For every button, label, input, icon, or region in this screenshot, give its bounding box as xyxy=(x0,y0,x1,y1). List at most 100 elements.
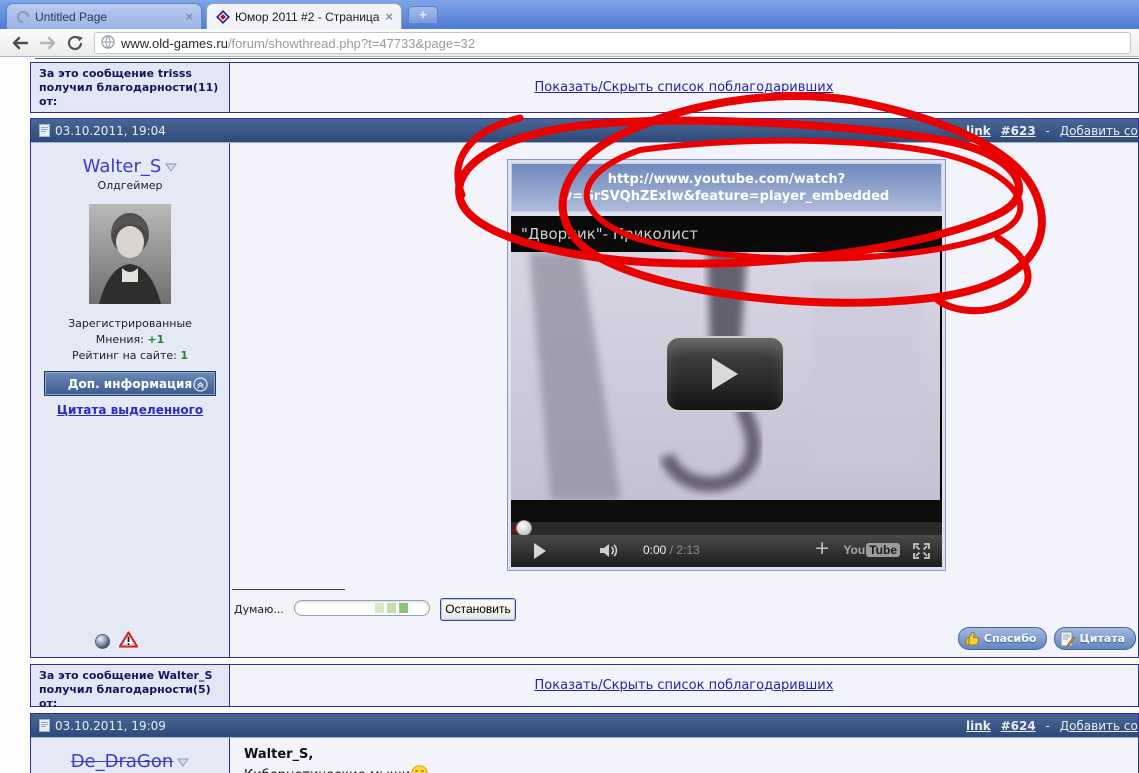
time-display: 0:00 / 2:13 xyxy=(643,543,700,557)
progress-block xyxy=(399,603,408,613)
post-date: 03.10.2011, 19:04 xyxy=(55,124,166,138)
signature-divider xyxy=(232,589,345,590)
browser-window: Untitled Page × Юмор 2011 #2 - Страница … xyxy=(0,0,1139,773)
logo-tube: Tube xyxy=(866,543,900,557)
close-tab-icon[interactable]: × xyxy=(385,9,393,24)
user-rank: Олдгеймер xyxy=(97,179,163,192)
post-header-links: link #624 - Добавить сообщение xyxy=(966,719,1138,733)
plus-icon: + xyxy=(419,7,427,22)
username-link[interactable]: Walter_S xyxy=(83,156,162,177)
user-dropdown-icon[interactable] xyxy=(165,157,178,176)
time-current: 0:00 xyxy=(643,543,670,557)
thanks-button[interactable]: Спасибо xyxy=(957,627,1048,650)
play-button[interactable] xyxy=(533,543,547,563)
post-number-link[interactable]: #624 xyxy=(1001,719,1036,733)
logo-you: You xyxy=(843,543,866,557)
thanks-label: За это сообщение Walter_S получил благод… xyxy=(31,665,230,710)
collapse-circle-icon xyxy=(193,377,208,392)
seek-handle[interactable] xyxy=(516,520,532,536)
user-group: Зарегистрированные xyxy=(68,317,192,330)
seek-bar[interactable] xyxy=(511,520,942,536)
opinions-value: +1 xyxy=(147,333,165,346)
thumbs-up-icon xyxy=(965,631,980,646)
quote-label: Цитата xyxy=(1079,632,1125,645)
forward-button[interactable] xyxy=(36,31,60,55)
old-games-favicon xyxy=(215,9,231,25)
youtube-url-link[interactable]: http://www.youtube.com/watch? v=GrSVQhZE… xyxy=(511,163,942,212)
tab-untitled-page[interactable]: Untitled Page × xyxy=(6,3,202,29)
user-dropdown-icon[interactable] xyxy=(177,752,190,771)
username-link[interactable]: De_DraGon xyxy=(71,751,174,772)
more-info-label: Доп. информация xyxy=(67,376,193,391)
avatar[interactable] xyxy=(31,204,229,308)
thinking-label: Думаю... xyxy=(234,603,284,616)
youtube-url-line1: http://www.youtube.com/watch? xyxy=(607,172,846,187)
post-icon xyxy=(39,124,50,140)
loading-spinner-icon xyxy=(15,9,31,25)
post-link[interactable]: link xyxy=(966,719,991,733)
url-host: www.old-games.ru xyxy=(121,35,228,51)
letterbox-bar xyxy=(511,500,942,522)
volume-button[interactable] xyxy=(599,542,621,563)
youtube-url-line2: v=GrSVQhZExIw&feature=player_embedded xyxy=(563,189,890,204)
more-info-button[interactable]: Доп. информация xyxy=(44,371,216,396)
toggle-thanks-list-link[interactable]: Показать/Скрыть список поблагодаривших xyxy=(535,80,834,95)
globe-icon xyxy=(101,34,115,52)
video-frame[interactable] xyxy=(511,252,942,500)
progress-block xyxy=(375,603,384,613)
add-message-link[interactable]: Добавить сообщение xyxy=(1060,124,1138,138)
post-message-area: http://www.youtube.com/watch? v=GrSVQhZE… xyxy=(230,143,1138,657)
tab-forum-thread[interactable]: Юмор 2011 #2 - Страница 32 × xyxy=(206,3,402,29)
online-status-icon xyxy=(95,634,110,649)
post-624: 03.10.2011, 19:09 link #624 - Добавить с… xyxy=(30,713,1139,773)
add-message-link[interactable]: Добавить сообщение xyxy=(1060,719,1138,733)
post-header: 03.10.2011, 19:09 link #624 - Добавить с… xyxy=(31,714,1138,738)
rating-value: 1 xyxy=(180,349,188,362)
youtube-embed: http://www.youtube.com/watch? v=GrSVQhZE… xyxy=(507,159,946,571)
message-line-text: Кибернетические мыши xyxy=(244,768,410,773)
tab-title: Untitled Page xyxy=(35,9,108,24)
post-date: 03.10.2011, 19:09 xyxy=(55,719,166,733)
quote-button[interactable]: Цитата xyxy=(1054,627,1136,650)
address-bar[interactable]: www.old-games.ru /forum/showthread.php?t… xyxy=(94,32,1131,54)
add-to-playlist-button[interactable]: + xyxy=(814,537,830,559)
fullscreen-button[interactable] xyxy=(913,543,930,563)
browser-toolbar: www.old-games.ru /forum/showthread.php?t… xyxy=(0,29,1139,57)
post-icon xyxy=(39,719,50,735)
thanks-label: За это сообщение trisss получил благодар… xyxy=(31,63,230,112)
play-overlay-button[interactable] xyxy=(665,336,785,412)
toggle-thanks-list-link[interactable]: Показать/Скрыть список поблагодаривших xyxy=(535,678,834,693)
opinions-label: Мнения: xyxy=(95,333,144,346)
separator: - xyxy=(1045,719,1050,733)
report-post-icon[interactable] xyxy=(118,631,139,652)
close-tab-icon[interactable]: × xyxy=(185,9,193,24)
progress-block xyxy=(387,603,396,613)
tab-strip: Untitled Page × Юмор 2011 #2 - Страница … xyxy=(0,0,1139,29)
post-link[interactable]: link xyxy=(966,124,991,138)
player-controls: 0:00 / 2:13 + You Tube xyxy=(511,535,942,567)
message-text: Walter_S, Кибернетические мыши xyxy=(230,738,1138,773)
forum-page: За это сообщение trisss получил благодар… xyxy=(0,57,1139,773)
post-header-links: link #623 - Добавить сообщение xyxy=(966,124,1138,138)
post-number-link[interactable]: #623 xyxy=(1001,124,1036,138)
quote-selected-link[interactable]: Цитата выделенного xyxy=(57,403,203,417)
rating-label: Рейтинг на сайте: xyxy=(72,349,177,362)
video-title: "Дворник"- Приколист xyxy=(511,216,942,252)
post-623: 03.10.2011, 19:04 link #623 - Добавить с… xyxy=(30,118,1139,658)
reload-button[interactable] xyxy=(64,31,88,55)
message-line: Walter_S, xyxy=(244,747,314,762)
stop-button[interactable]: Остановить xyxy=(440,598,516,621)
thanks-strip-walter: За это сообщение Walter_S получил благод… xyxy=(30,664,1139,710)
quote-page-icon xyxy=(1060,631,1076,647)
progress-bar xyxy=(294,600,430,616)
new-tab-button[interactable]: + xyxy=(408,6,438,24)
back-button[interactable] xyxy=(8,31,32,55)
post-header: 03.10.2011, 19:04 link #623 - Добавить с… xyxy=(31,119,1138,143)
previous-post-border xyxy=(35,58,1139,59)
separator: - xyxy=(1045,124,1050,138)
youtube-logo[interactable]: You Tube xyxy=(843,543,900,557)
url-path: /forum/showthread.php?t=47733&page=32 xyxy=(227,35,476,51)
time-total: / 2:13 xyxy=(669,543,700,557)
message-line: Кибернетические мыши xyxy=(244,765,1124,773)
thanks-label: Спасибо xyxy=(983,632,1037,645)
